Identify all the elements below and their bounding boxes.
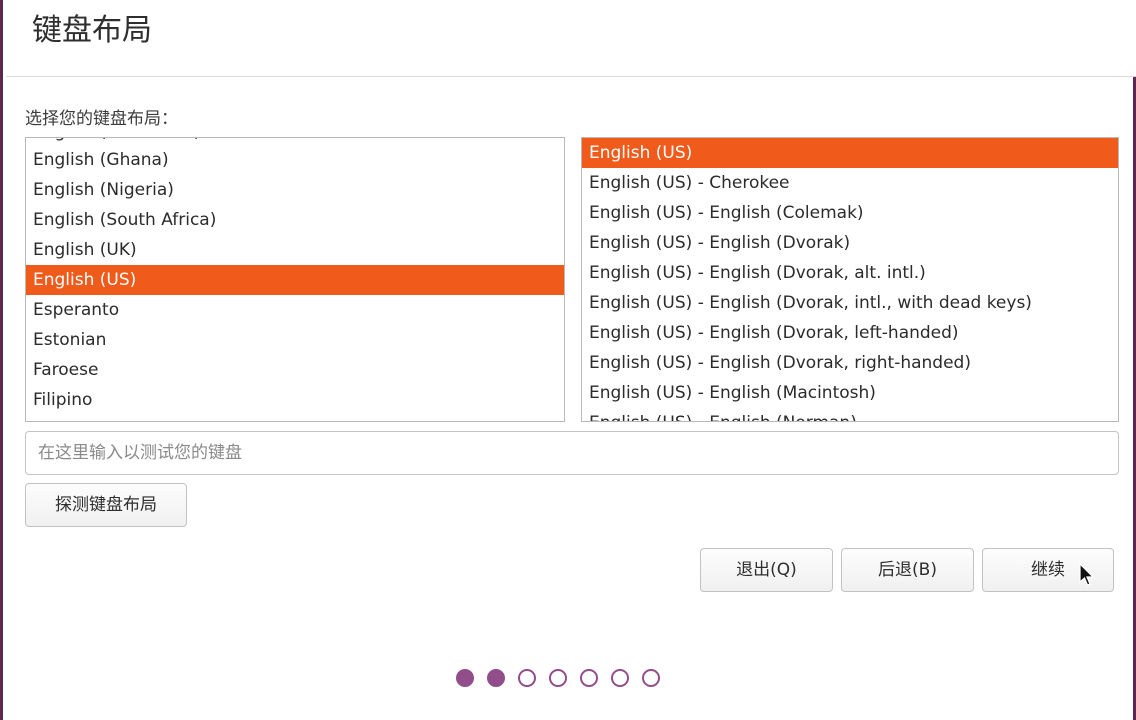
list-item[interactable]: Filipino	[26, 385, 564, 415]
list-item[interactable]: Esperanto	[26, 295, 564, 325]
list-item[interactable]: Faroese	[26, 355, 564, 385]
progress-dot-empty	[642, 669, 660, 687]
list-item[interactable]: English (US) - English (Macintosh)	[582, 378, 1118, 408]
header: 键盘布局	[6, 0, 1136, 77]
list-item[interactable]: English (Nigeria)	[26, 175, 564, 205]
page-title: 键盘布局	[32, 13, 152, 48]
progress-dot-empty	[611, 669, 629, 687]
keyboard-layout-list[interactable]: English (Cameroon)English (Ghana)English…	[25, 137, 565, 422]
progress-dot-empty	[549, 669, 567, 687]
list-item[interactable]: English (US) - English (Dvorak, alt. int…	[582, 258, 1118, 288]
step-progress-dots	[456, 669, 660, 691]
mouse-cursor-icon	[1079, 563, 1095, 586]
list-item[interactable]: English (US) - English (Dvorak, right-ha…	[582, 348, 1118, 378]
progress-dot-filled	[456, 669, 474, 687]
list-item[interactable]: English (US)	[26, 265, 564, 295]
layout-prompt: 选择您的键盘布局：	[25, 109, 178, 129]
list-item[interactable]: English (Ghana)	[26, 145, 564, 175]
installer-window: 键盘布局 选择您的键盘布局： English (Cameroon)English…	[0, 0, 1136, 720]
back-button[interactable]: 后退(B)	[841, 548, 974, 592]
list-item-partial[interactable]: English (US) - English (Norman)	[582, 408, 1118, 421]
list-item[interactable]: English (UK)	[26, 235, 564, 265]
detect-layout-button[interactable]: 探测键盘布局	[25, 483, 187, 527]
list-item[interactable]: English (US) - English (Dvorak, left-han…	[582, 318, 1118, 348]
list-item[interactable]: English (South Africa)	[26, 205, 564, 235]
list-item[interactable]: English (US) - English (Dvorak)	[582, 228, 1118, 258]
keyboard-test-input[interactable]	[25, 431, 1119, 475]
quit-button[interactable]: 退出(Q)	[700, 548, 833, 592]
progress-dot-filled	[487, 669, 505, 687]
list-item[interactable]: English (US)	[582, 138, 1118, 168]
progress-dot-empty	[518, 669, 536, 687]
list-item[interactable]: English (US) - Cherokee	[582, 168, 1118, 198]
progress-dot-empty	[580, 669, 598, 687]
list-item[interactable]: English (US) - English (Colemak)	[582, 198, 1118, 228]
list-item[interactable]: Estonian	[26, 325, 564, 355]
list-item[interactable]: English (US) - English (Dvorak, intl., w…	[582, 288, 1118, 318]
keyboard-variant-list[interactable]: English (US) English (US) - Cherokee Engli…	[581, 137, 1119, 422]
list-item-partial[interactable]: Finnish	[26, 415, 564, 421]
